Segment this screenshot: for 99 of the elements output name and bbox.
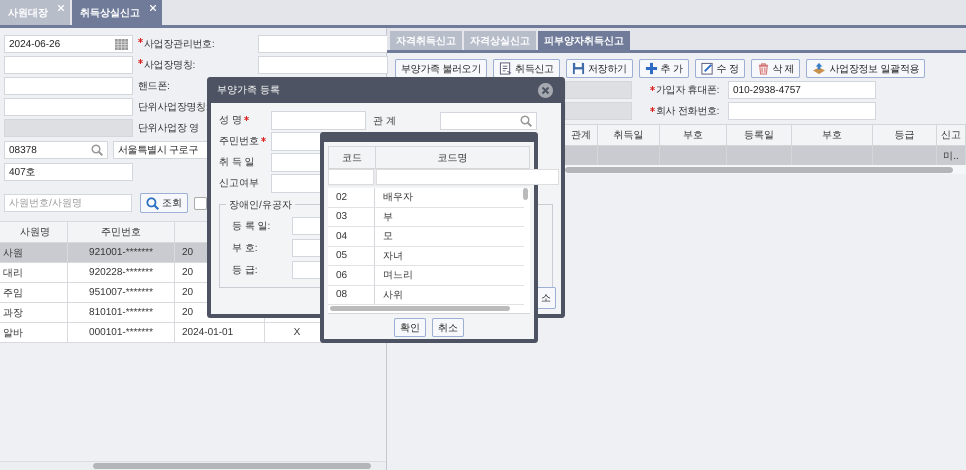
field-label: 등 록 일: bbox=[232, 220, 270, 233]
input-field[interactable] bbox=[728, 102, 876, 120]
required-icon bbox=[138, 38, 143, 43]
checkbox[interactable] bbox=[194, 196, 207, 210]
filter-field[interactable] bbox=[376, 169, 559, 185]
input-field[interactable] bbox=[4, 98, 133, 116]
table-row[interactable]: 03 부 bbox=[328, 208, 524, 227]
required-icon bbox=[650, 107, 655, 112]
field-label: 사업장관리번호: bbox=[144, 38, 214, 51]
toolbar-button[interactable]: 저장하기 bbox=[566, 59, 633, 78]
input-field[interactable] bbox=[4, 77, 133, 95]
field-label: 성 명 bbox=[219, 114, 242, 127]
column-header: 등록일 bbox=[727, 125, 792, 145]
required-icon bbox=[261, 137, 266, 142]
table-row[interactable]: 05 자녀 bbox=[328, 246, 524, 266]
cancel-button[interactable]: 소 bbox=[536, 287, 556, 309]
toolbar-button[interactable]: 부양가족 불러오기 bbox=[395, 59, 488, 78]
field-label: 부 호: bbox=[232, 242, 258, 255]
field-label: 관 계 bbox=[373, 114, 396, 128]
dialog-title: 부양가족 등록 bbox=[217, 84, 280, 97]
date-field[interactable]: 2024-06-26 bbox=[4, 35, 133, 53]
field-label: 핸드폰: bbox=[138, 80, 170, 93]
table-cell: 000101-******* bbox=[68, 323, 175, 342]
dialog-button[interactable]: 취소 bbox=[432, 318, 464, 337]
column-header: 코드 bbox=[329, 147, 376, 168]
column-header: 신고 bbox=[937, 125, 966, 145]
scrollbar-thumb[interactable] bbox=[93, 463, 371, 469]
table-row[interactable]: 06 며느리 bbox=[328, 266, 524, 286]
field-label: 가입자 휴대폰: bbox=[656, 84, 720, 97]
scrollbar-thumb[interactable] bbox=[523, 188, 528, 200]
toolbar-button[interactable]: 사업장정보 일괄적용 bbox=[806, 59, 926, 78]
table-row[interactable]: 미.. bbox=[565, 146, 966, 165]
pencil-icon bbox=[700, 62, 714, 75]
search-icon[interactable] bbox=[520, 114, 532, 126]
table-row[interactable]: 04 모 bbox=[328, 227, 524, 246]
search-button[interactable]: 조회 bbox=[140, 193, 188, 213]
table-cell: 주임 bbox=[0, 283, 68, 302]
search-icon bbox=[146, 196, 159, 210]
page-tab[interactable]: 취득상실신고 bbox=[72, 0, 162, 25]
column-header: 취득일 bbox=[598, 125, 660, 145]
toolbar-button[interactable]: 삭 제 bbox=[750, 59, 800, 78]
filter-field[interactable] bbox=[328, 169, 374, 185]
input-field[interactable] bbox=[258, 56, 388, 74]
table-cell: 810101-******* bbox=[68, 303, 175, 322]
table-cell: 920228-******* bbox=[68, 263, 175, 282]
dialog-button[interactable]: 확인 bbox=[394, 318, 426, 337]
required-icon bbox=[138, 59, 143, 64]
toolbar-button[interactable]: 취득신고 bbox=[493, 59, 560, 78]
plus-icon bbox=[644, 62, 658, 75]
scrollbar-thumb[interactable] bbox=[330, 306, 510, 311]
table-cell-text: 미.. bbox=[943, 150, 959, 162]
column-header: 등급 bbox=[873, 125, 937, 145]
input-field[interactable] bbox=[271, 110, 366, 130]
lookup-field[interactable] bbox=[440, 112, 537, 130]
field-label: 주민번호 bbox=[219, 135, 259, 148]
table-cell: 과장 bbox=[0, 303, 68, 322]
input-field[interactable] bbox=[4, 56, 133, 74]
close-icon[interactable] bbox=[58, 5, 64, 11]
column-header: 사원명 bbox=[0, 222, 68, 242]
input-field bbox=[565, 81, 632, 99]
close-icon[interactable] bbox=[538, 82, 553, 98]
toolbar-button[interactable]: 수 정 bbox=[694, 59, 744, 78]
group-title: 장애인/유공자 bbox=[226, 198, 295, 212]
required-icon bbox=[244, 116, 249, 121]
field-label: 단위사업장명칭: bbox=[138, 101, 208, 114]
search-field[interactable]: 사원번호/사원명 bbox=[4, 194, 132, 212]
input-field bbox=[565, 102, 632, 120]
input-field[interactable]: 010-2938-4757 bbox=[728, 81, 876, 99]
table-cell: 951007-******* bbox=[68, 283, 175, 302]
upload-icon bbox=[812, 62, 826, 75]
save-icon bbox=[572, 62, 585, 75]
input-field[interactable] bbox=[258, 35, 388, 53]
field-label: 단위사업장 영 bbox=[138, 122, 199, 135]
column-header: 코드명 bbox=[436, 152, 468, 166]
zip-field[interactable]: 08378 bbox=[4, 141, 108, 159]
field-label: 사업장명칭: bbox=[144, 59, 195, 72]
scrollbar-thumb[interactable] bbox=[565, 167, 953, 173]
field-label: 신고여부 bbox=[219, 177, 259, 190]
table-cell: 2024-01-01 bbox=[175, 323, 265, 342]
field-label: 등 급: bbox=[232, 264, 258, 277]
field-label: 회사 전화번호: bbox=[656, 105, 720, 118]
table-cell: 대리 bbox=[0, 263, 68, 282]
required-icon bbox=[650, 86, 655, 91]
column-header: 부호 bbox=[792, 125, 873, 145]
column-header: 부호 bbox=[660, 125, 727, 145]
document-icon bbox=[499, 62, 512, 75]
field-label: 취 득 일 bbox=[219, 156, 255, 169]
toolbar-button[interactable]: 추 가 bbox=[638, 59, 689, 78]
trash-icon bbox=[756, 62, 770, 75]
search-icon[interactable] bbox=[91, 144, 103, 156]
column-header: 주민번호 bbox=[68, 222, 175, 242]
address-detail-field[interactable]: 407호 bbox=[4, 163, 133, 181]
table-cell: 사원 bbox=[0, 243, 68, 262]
table-cell: 921001-******* bbox=[68, 243, 175, 262]
calendar-icon[interactable] bbox=[115, 38, 128, 50]
table-cell: 알바 bbox=[0, 323, 68, 342]
table-row[interactable]: 02 배우자 bbox=[328, 188, 524, 208]
close-icon[interactable] bbox=[150, 5, 156, 11]
sub-tab[interactable]: 피부양자취득신고 bbox=[538, 31, 630, 50]
